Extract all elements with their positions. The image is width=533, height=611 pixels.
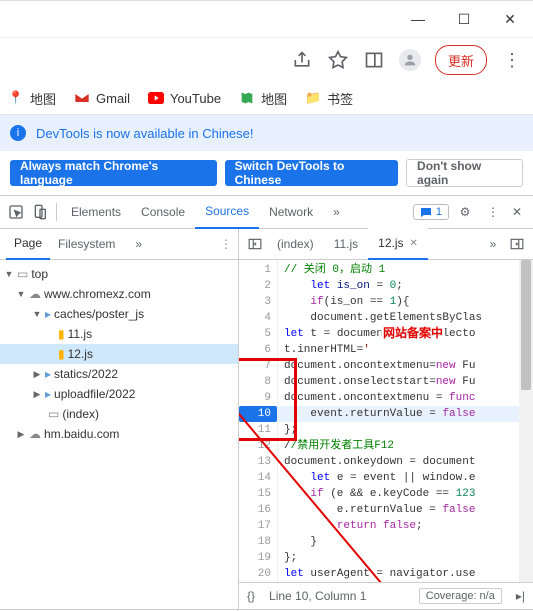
code-area[interactable]: // 关闭 0，启动 1 let is_on = 0; if(is_on == … (278, 260, 533, 582)
tree-file[interactable]: ▮11.js (0, 324, 238, 344)
tree-top[interactable]: ▼▭top (0, 264, 238, 284)
editor-pane: (index) 11.js 12.js ✕ » 12345678910111213… (239, 229, 533, 609)
notification-text: DevTools is now available in Chinese! (36, 126, 254, 141)
tree-folder[interactable]: ▼▸caches/poster_js (0, 304, 238, 324)
format-icon[interactable]: {} (247, 589, 255, 603)
update-button[interactable]: 更新 (435, 45, 487, 75)
tree-folder[interactable]: ▶▸statics/2022 (0, 364, 238, 384)
match-language-button[interactable]: Always match Chrome's language (10, 160, 217, 186)
tree-domain[interactable]: ▶☁hm.baidu.com (0, 424, 238, 444)
bookmark-item[interactable]: 📁 书签 (305, 89, 353, 108)
show-debugger-icon[interactable]: ▸| (516, 589, 525, 603)
bookmark-item[interactable]: 📍 地图 (8, 89, 56, 108)
annotation-label: 网站备案中 (381, 324, 445, 341)
kebab-icon[interactable]: ⋮ (481, 200, 505, 224)
file-tree: ▼▭top ▼☁www.chromexz.com ▼▸caches/poster… (0, 260, 238, 609)
bookmark-label: YouTube (170, 91, 221, 106)
tab-nav-more[interactable]: » (127, 229, 150, 259)
coverage-badge[interactable]: Coverage: n/a (419, 588, 502, 604)
youtube-icon (148, 90, 164, 106)
tree-file-selected[interactable]: ▮12.js (0, 344, 238, 364)
navigator-tabs: Page Filesystem » ⋮ (0, 229, 238, 260)
devtools-notification: i DevTools is now available in Chinese! (0, 115, 533, 151)
navigator-menu-icon[interactable]: ⋮ (220, 237, 232, 251)
map-icon: 📍 (8, 90, 24, 106)
devtools-close-icon[interactable]: ✕ (505, 200, 529, 224)
bookmark-item[interactable]: 地图 (239, 89, 287, 108)
bookmark-item[interactable]: Gmail (74, 90, 130, 106)
tab-sources[interactable]: Sources (195, 195, 259, 229)
editor-tab-index[interactable]: (index) (267, 229, 324, 259)
bookmark-item[interactable]: YouTube (148, 90, 221, 106)
dont-show-button[interactable]: Don't show again (406, 159, 523, 187)
tree-label: (index) (62, 407, 99, 421)
tree-label: 11.js (68, 327, 92, 341)
maximize-button[interactable]: ☐ (441, 1, 487, 37)
tab-more[interactable]: » (323, 196, 350, 228)
devtools-tabs: Elements Console Sources Network » 1 ⚙ ⋮… (0, 196, 533, 229)
tree-domain[interactable]: ▼☁www.chromexz.com (0, 284, 238, 304)
tab-console[interactable]: Console (131, 196, 195, 228)
gmap-icon (239, 90, 255, 106)
folder-icon: 📁 (305, 90, 321, 106)
cursor-position: Line 10, Column 1 (269, 589, 366, 603)
toggle-navigator-icon[interactable] (243, 232, 267, 256)
tree-label: statics/2022 (54, 367, 118, 381)
close-button[interactable]: ✕ (487, 1, 533, 37)
browser-toolbar: 更新 ⋮ (0, 38, 533, 82)
info-icon: i (10, 125, 26, 141)
tab-page[interactable]: Page (6, 228, 50, 260)
tree-label: uploadfile/2022 (54, 387, 135, 401)
editor-tab-label: 12.js (378, 236, 403, 250)
scrollbar[interactable] (519, 260, 533, 582)
tab-filesystem[interactable]: Filesystem (50, 229, 123, 259)
bookmark-label: 地图 (261, 89, 287, 108)
minimize-button[interactable]: — (395, 1, 441, 37)
settings-icon[interactable]: ⚙ (453, 200, 477, 224)
side-panel-icon[interactable] (363, 49, 385, 71)
messages-badge[interactable]: 1 (413, 204, 449, 220)
menu-icon[interactable]: ⋮ (501, 49, 523, 71)
editor-status-bar: {} Line 10, Column 1 Coverage: n/a ▸| (239, 582, 533, 609)
profile-avatar[interactable] (399, 49, 421, 71)
divider (56, 203, 57, 221)
window-titlebar: — ☐ ✕ (0, 1, 533, 38)
bookmark-label: Gmail (96, 91, 130, 106)
device-icon[interactable] (28, 200, 52, 224)
share-icon[interactable] (291, 49, 313, 71)
bookmark-label: 地图 (30, 89, 56, 108)
tab-elements[interactable]: Elements (61, 196, 131, 228)
star-icon[interactable] (327, 49, 349, 71)
switch-chinese-button[interactable]: Switch DevTools to Chinese (225, 160, 398, 186)
notification-actions: Always match Chrome's language Switch De… (0, 151, 533, 196)
tab-network[interactable]: Network (259, 196, 323, 228)
toggle-debugger-icon[interactable] (505, 232, 529, 256)
sources-panel: Page Filesystem » ⋮ ▼▭top ▼☁www.chromexz… (0, 229, 533, 609)
editor-tab-11[interactable]: 11.js (324, 229, 368, 259)
messages-count: 1 (436, 206, 442, 218)
inspect-icon[interactable] (4, 200, 28, 224)
editor-tab-12[interactable]: 12.js ✕ (368, 228, 428, 260)
bookmarks-bar: 📍 地图 Gmail YouTube 地图 📁 书签 (0, 82, 533, 115)
code-editor[interactable]: 123456789101112131415161718192021 // 关闭 … (239, 260, 533, 582)
tab-close-icon[interactable]: ✕ (410, 238, 418, 249)
bookmark-label: 书签 (327, 89, 353, 108)
tree-label: caches/poster_js (54, 307, 144, 321)
gmail-icon (74, 90, 90, 106)
scrollbar-thumb[interactable] (521, 260, 531, 390)
tree-folder[interactable]: ▶▸uploadfile/2022 (0, 384, 238, 404)
tree-label: hm.baidu.com (44, 427, 119, 441)
tree-label: 12.js (68, 347, 93, 361)
editor-more-icon[interactable]: » (481, 232, 505, 256)
navigator-pane: Page Filesystem » ⋮ ▼▭top ▼☁www.chromexz… (0, 229, 239, 609)
tree-label: www.chromexz.com (44, 287, 151, 301)
tree-index[interactable]: ▭(index) (0, 404, 238, 424)
line-gutter[interactable]: 123456789101112131415161718192021 (239, 260, 278, 582)
tree-label: top (31, 267, 48, 281)
editor-tabs: (index) 11.js 12.js ✕ » (239, 229, 533, 260)
